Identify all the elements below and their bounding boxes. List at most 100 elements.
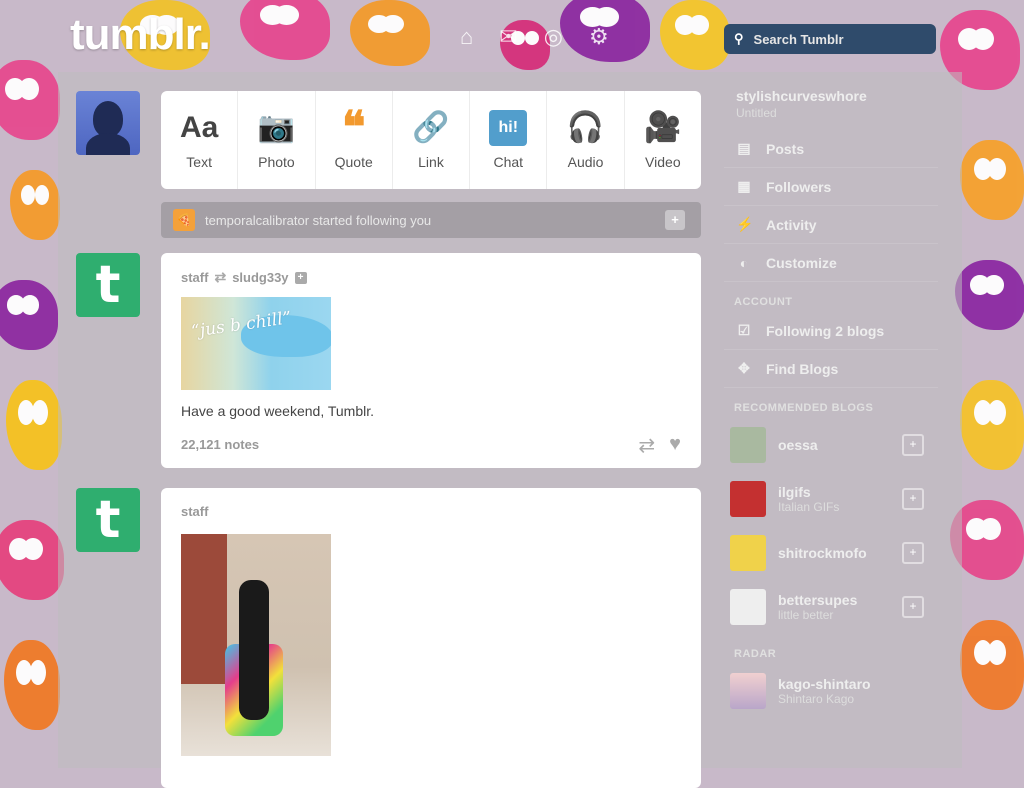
post-type-label: Audio bbox=[567, 154, 604, 170]
post-notes[interactable]: 22,121 notes bbox=[181, 437, 259, 452]
sidebar-item-label: Find Blogs bbox=[766, 360, 839, 377]
post-type-label: Photo bbox=[258, 154, 295, 170]
staff-avatar[interactable]: t bbox=[76, 488, 140, 552]
following-icon: ☑ bbox=[737, 322, 751, 338]
post-type-label: Quote bbox=[334, 154, 373, 170]
recommended-heading: Recommended blogs bbox=[734, 402, 874, 414]
post-type-bar: Aa Text 📷 Photo ❝ Quote 🔗 Link hi! Chat … bbox=[161, 91, 701, 189]
blog-thumbnail bbox=[730, 589, 766, 625]
recommended-blog[interactable]: bettersupes little better + bbox=[724, 580, 938, 634]
blog-name: oessa bbox=[778, 437, 818, 453]
post-photo[interactable]: “jus b chill” bbox=[181, 297, 331, 390]
chat-icon: hi! bbox=[489, 110, 528, 146]
follow-icon[interactable]: + bbox=[294, 271, 307, 284]
user-avatar[interactable] bbox=[76, 91, 140, 155]
post-photo-button[interactable]: 📷 Photo bbox=[238, 91, 316, 189]
blog-thumbnail bbox=[730, 535, 766, 571]
post-chat-button[interactable]: hi! Chat bbox=[470, 91, 548, 189]
heart-icon[interactable]: ♥ bbox=[669, 433, 681, 458]
post-link-button[interactable]: 🔗 Link bbox=[393, 91, 471, 189]
posts-icon: ▤ bbox=[737, 140, 751, 156]
account-heading: Account bbox=[734, 296, 793, 308]
notification-text[interactable]: temporalcalibrator started following you bbox=[205, 213, 431, 228]
sidebar-blog-name[interactable]: stylishcurveswhore bbox=[736, 88, 938, 104]
headphones-icon: 🎧 bbox=[566, 111, 605, 144]
post-card: staff ⇄ sludg33y + “jus b chill” Have a … bbox=[161, 253, 701, 468]
sidebar-item-following[interactable]: ☑ Following 2 blogs bbox=[724, 312, 938, 350]
sidebar-item-label: Posts bbox=[766, 140, 805, 157]
follow-button[interactable]: + bbox=[902, 596, 924, 618]
text-icon: Aa bbox=[179, 111, 219, 144]
mail-icon[interactable]: ✉ bbox=[499, 24, 517, 50]
link-icon: 🔗 bbox=[412, 111, 450, 144]
sidebar-item-label: Following 2 blogs bbox=[766, 322, 885, 339]
sidebar-item-posts[interactable]: ▤ Posts bbox=[724, 130, 938, 168]
follow-button[interactable]: + bbox=[902, 542, 924, 564]
find-blogs-icon: ✥ bbox=[738, 360, 750, 376]
reblog-source[interactable]: sludg33y bbox=[232, 270, 288, 285]
post-audio-button[interactable]: 🎧 Audio bbox=[547, 91, 625, 189]
post-author[interactable]: staff bbox=[181, 270, 208, 285]
blog-description: Shintaro Kago bbox=[778, 692, 855, 706]
post-video-button[interactable]: 🎥 Video bbox=[625, 91, 701, 189]
sidebar-item-activity[interactable]: ⚡ Activity bbox=[724, 206, 938, 244]
sidebar-item-followers[interactable]: ▦ Followers bbox=[724, 168, 938, 206]
quote-icon: ❝ bbox=[341, 103, 366, 152]
recommended-blog[interactable]: shitrockmofo + bbox=[724, 526, 938, 580]
radar-heading: Radar bbox=[734, 648, 777, 660]
followers-icon: ▦ bbox=[737, 178, 751, 194]
camera-icon: 📷 bbox=[257, 111, 296, 144]
reblog-icon: ⇄ bbox=[214, 269, 227, 285]
follow-back-button[interactable]: + bbox=[665, 210, 685, 230]
sidebar-item-label: Activity bbox=[766, 216, 817, 233]
blog-thumbnail bbox=[730, 481, 766, 517]
post-type-label: Text bbox=[186, 154, 212, 170]
customize-icon: ◐ bbox=[739, 254, 749, 271]
blog-name: shitrockmofo bbox=[778, 545, 867, 561]
top-navigation: ⌂ ✉ ◎ ⚙ bbox=[460, 24, 609, 50]
post-card: staff bbox=[161, 488, 701, 788]
post-actions: ⇄ ♥ bbox=[638, 433, 681, 458]
blog-thumbnail bbox=[730, 427, 766, 463]
blog-description: Italian GIFs bbox=[778, 500, 840, 514]
video-camera-icon: 🎥 bbox=[644, 111, 682, 144]
blog-name: kago-shintaro bbox=[778, 676, 871, 692]
post-type-label: Chat bbox=[493, 154, 524, 170]
post-caption: Have a good weekend, Tumblr. bbox=[181, 403, 375, 419]
sidebar-item-find-blogs[interactable]: ✥ Find Blogs bbox=[724, 350, 938, 388]
radar-thumbnail bbox=[730, 673, 766, 709]
home-icon[interactable]: ⌂ bbox=[460, 24, 473, 50]
staff-avatar[interactable]: t bbox=[76, 253, 140, 317]
activity-icon: ⚡ bbox=[736, 216, 754, 232]
search-icon: ⚲ bbox=[734, 31, 744, 46]
sidebar-item-label: Customize bbox=[766, 254, 837, 271]
follow-button[interactable]: + bbox=[902, 488, 924, 510]
radar-blog[interactable]: kago-shintaro Shintaro Kago bbox=[724, 664, 938, 718]
follow-button[interactable]: + bbox=[902, 434, 924, 456]
recommended-blog[interactable]: ilgifs Italian GIFs + bbox=[724, 472, 938, 526]
blog-name: bettersupes bbox=[778, 592, 858, 608]
follower-avatar[interactable]: 🍕 bbox=[173, 209, 195, 231]
gear-icon[interactable]: ⚙ bbox=[589, 24, 609, 50]
search-box[interactable]: ⚲ bbox=[724, 24, 936, 54]
post-text-button[interactable]: Aa Text bbox=[161, 91, 239, 189]
post-quote-button[interactable]: ❝ Quote bbox=[316, 91, 393, 189]
post-type-label: Link bbox=[418, 154, 444, 170]
search-input[interactable] bbox=[751, 30, 926, 48]
sidebar: stylishcurveswhore Untitled ▤ Posts ▦ Fo… bbox=[724, 78, 938, 718]
post-author[interactable]: staff bbox=[181, 504, 208, 519]
sidebar-item-customize[interactable]: ◐ Customize bbox=[724, 244, 938, 282]
blog-description: little better bbox=[778, 608, 834, 622]
blog-name: ilgifs bbox=[778, 484, 811, 500]
post-header: staff ⇄ sludg33y + bbox=[181, 269, 307, 286]
post-type-label: Video bbox=[645, 154, 681, 170]
sidebar-item-label: Followers bbox=[766, 178, 832, 195]
follow-notification: 🍕 temporalcalibrator started following y… bbox=[161, 202, 701, 238]
sidebar-blog-title: Untitled bbox=[736, 106, 777, 120]
compass-icon[interactable]: ◎ bbox=[544, 24, 563, 50]
recommended-blog[interactable]: oessa + bbox=[724, 418, 938, 472]
post-header: staff bbox=[181, 504, 208, 519]
tumblr-logo[interactable]: tumblr. bbox=[70, 10, 211, 60]
post-photo[interactable] bbox=[181, 534, 331, 756]
reblog-icon[interactable]: ⇄ bbox=[638, 433, 655, 458]
